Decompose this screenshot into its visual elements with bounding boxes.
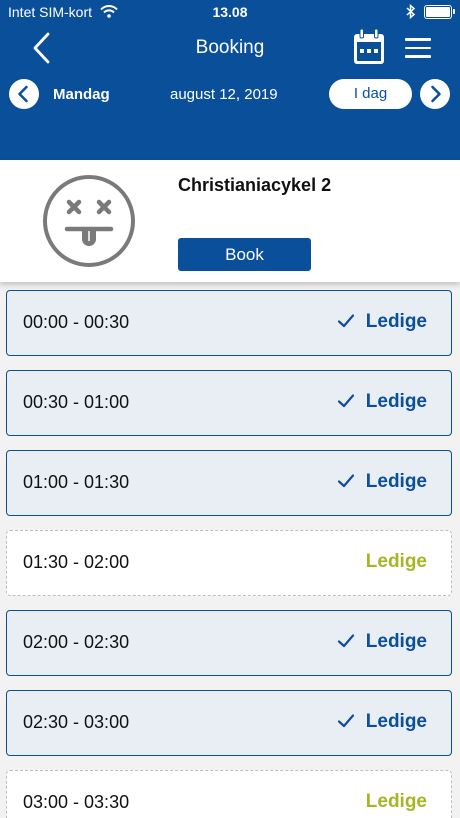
time-slot[interactable]: 00:30 - 01:00 Ledige [6,370,452,436]
date-bar: Mandag august 12, 2019 I dag [0,78,460,110]
nav-bar: Booking [0,28,460,68]
checkmark-icon [337,474,355,488]
slot-time: 01:30 - 02:00 [23,552,130,572]
header: Intet SIM-kort 13.08 Booking Mandag augu… [0,0,460,160]
time-slot[interactable]: 02:30 - 03:00 Ledige [6,690,452,756]
bluetooth-icon [406,4,416,19]
avatar [42,174,136,268]
checkmark-icon [337,394,355,408]
slot-status: Ledige [365,551,427,572]
status-indicators [406,4,455,19]
slot-status: Ledige [365,471,427,492]
slot-time: 01:00 - 01:30 [23,472,130,492]
next-day-button[interactable] [420,79,450,109]
calendar-icon [354,28,384,64]
weekday-label: Mandag [53,86,110,103]
battery-icon [424,4,455,19]
slot-time: 00:30 - 01:00 [23,392,130,412]
date-label: august 12, 2019 [170,86,278,103]
chevron-right-icon [431,85,441,103]
slot-status: Ledige [365,791,427,812]
time-slot[interactable]: 01:00 - 01:30 Ledige [6,450,452,516]
calendar-button[interactable] [352,28,386,66]
time-slot-list: 00:00 - 00:30 Ledige 00:30 - 01:00 Ledige 01… [0,282,460,818]
resource-card: Christianiacykel 2 Book [0,160,460,282]
dizzy-face-icon [43,175,135,267]
time-slot[interactable]: 00:00 - 00:30 Ledige [6,290,452,356]
checkmark-icon [337,314,355,328]
slot-time: 03:00 - 03:30 [23,792,130,812]
book-button[interactable]: Book [178,238,311,271]
previous-day-button[interactable] [9,79,39,109]
menu-button[interactable] [405,38,431,58]
today-button[interactable]: I dag [329,79,412,109]
time-slot[interactable]: 01:30 - 02:00 Ledige [6,530,452,596]
slot-time: 02:30 - 03:00 [23,712,130,732]
slot-status: Ledige [365,311,427,332]
checkmark-icon [337,714,355,728]
hamburger-menu-icon [405,38,431,58]
time-slot[interactable]: 03:00 - 03:30 Ledige [6,770,452,818]
checkmark-icon [337,634,355,648]
status-bar: Intet SIM-kort 13.08 [0,0,460,24]
slot-status: Ledige [365,391,427,412]
status-time: 13.08 [212,4,248,20]
slot-status: Ledige [365,711,427,732]
page-title: Booking [195,37,265,58]
slot-time: 02:00 - 02:30 [23,632,130,652]
time-slot[interactable]: 02:00 - 02:30 Ledige [6,610,452,676]
chevron-left-icon [18,85,28,103]
slot-status: Ledige [365,631,427,652]
slot-time: 00:00 - 00:30 [23,312,130,332]
resource-title: Christianiacykel 2 [178,175,332,195]
